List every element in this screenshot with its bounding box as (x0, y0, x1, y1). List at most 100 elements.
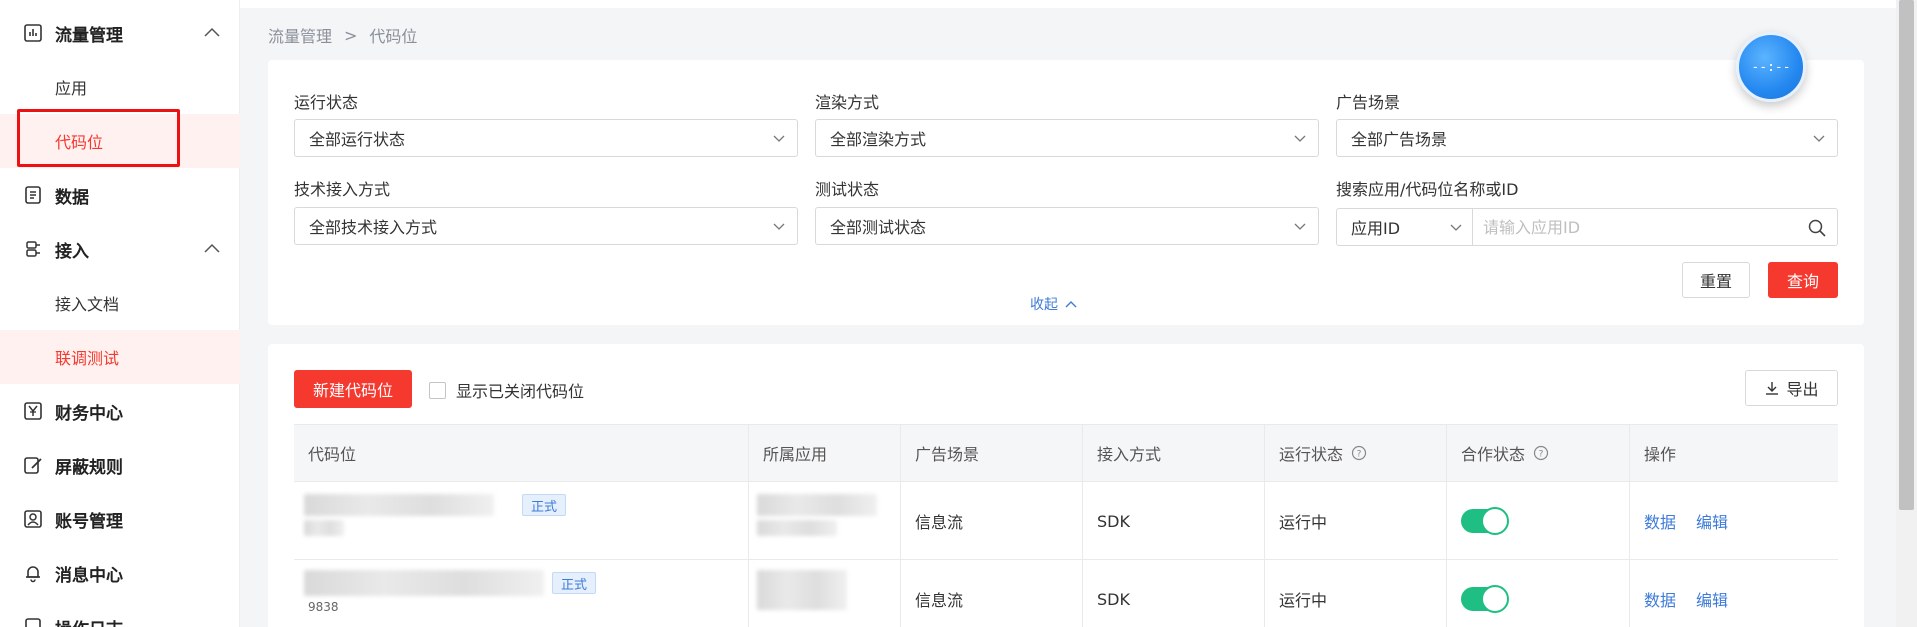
breadcrumb-current: 代码位 (369, 27, 418, 46)
toggle-knob (1481, 585, 1509, 613)
sidebar-item-access-docs[interactable]: 接入文档 (0, 276, 240, 330)
chevron-down-icon (1811, 130, 1827, 146)
column-header: 运行状态 ? (1265, 425, 1447, 481)
sidebar-group-finance[interactable]: 财务中心 (0, 384, 240, 438)
show-closed-checkbox[interactable]: 显示已关闭代码位 (429, 378, 584, 402)
help-icon[interactable]: ? (1533, 445, 1549, 461)
table-header: 代码位 所属应用 广告场景 接入方式 运行状态 ? 合作状态 ? 操作 (294, 424, 1838, 482)
test-status-select[interactable]: 全部测试状态 (815, 207, 1319, 245)
sidebar-group-messages[interactable]: 消息中心 (0, 546, 240, 600)
sidebar-group-label: 消息中心 (55, 565, 123, 586)
edit-link[interactable]: 编辑 (1696, 587, 1728, 611)
sidebar-group-label: 流量管理 (55, 25, 123, 46)
table-row: 9838 正式 信息流 SDK 运行中 数据 编辑 (294, 560, 1838, 627)
sidebar-group-operation-log[interactable]: 操作日志 (0, 600, 240, 627)
sidebar-group-label: 接入 (55, 241, 89, 262)
export-button[interactable]: 导出 (1745, 370, 1838, 406)
page-scrollbar[interactable] (1896, 0, 1917, 627)
sidebar-group-label: 操作日志 (55, 615, 123, 627)
column-header: 接入方式 (1083, 425, 1265, 481)
sidebar-group-data[interactable]: 数据 (0, 168, 240, 222)
chevron-down-icon (771, 130, 787, 146)
chevron-up-icon (202, 239, 222, 259)
data-link[interactable]: 数据 (1644, 587, 1676, 611)
bar-chart-icon (22, 22, 44, 44)
user-card-icon (22, 508, 44, 530)
status-badge: 正式 (522, 494, 567, 516)
coop-toggle[interactable] (1461, 507, 1509, 535)
block-edit-icon (22, 454, 44, 476)
download-icon (1766, 382, 1779, 395)
document-list-icon (22, 184, 44, 206)
test-status-label: 测试状态 (815, 180, 880, 199)
sidebar-group-traffic[interactable]: 流量管理 (0, 6, 240, 60)
redacted-name (304, 494, 494, 516)
sidebar-item-joint-test[interactable]: 联调测试 (0, 330, 240, 384)
render-mode-select[interactable]: 全部渲染方式 (815, 119, 1319, 157)
run-status-label: 运行状态 (294, 93, 359, 112)
column-header: 合作状态 ? (1447, 425, 1630, 481)
select-value: 全部技术接入方式 (309, 218, 438, 237)
chevron-down-icon (1292, 130, 1308, 146)
cell-actions: 数据 编辑 (1630, 560, 1838, 627)
table-row: 正式 信息流 SDK 运行中 数据 编辑 (294, 482, 1838, 560)
column-header-label: 运行状态 (1279, 445, 1344, 464)
cell-code-slot: 正式 (294, 482, 749, 560)
chevron-down-icon (1292, 218, 1308, 234)
column-header: 广告场景 (901, 425, 1083, 481)
sidebar-group-access[interactable]: 接入 (0, 222, 240, 276)
cell-app (749, 560, 901, 627)
sidebar-group-account[interactable]: 账号管理 (0, 492, 240, 546)
sidebar-group-label: 屏蔽规则 (55, 457, 123, 478)
cell-access: SDK (1083, 560, 1265, 627)
column-header: 操作 (1644, 445, 1677, 464)
floating-assistant-ball[interactable]: --:-- (1736, 32, 1806, 102)
redacted-id (304, 520, 344, 536)
reset-button[interactable]: 重置 (1682, 262, 1750, 298)
sidebar-item-app[interactable]: 应用 (0, 60, 240, 114)
ad-scene-select[interactable]: 全部广告场景 (1336, 119, 1838, 157)
render-mode-label: 渲染方式 (815, 93, 880, 112)
sidebar-item-label: 代码位 (55, 133, 104, 152)
cell-actions: 数据 编辑 (1630, 482, 1838, 560)
search-type-select[interactable]: 应用ID (1337, 209, 1473, 245)
query-button[interactable]: 查询 (1768, 262, 1838, 298)
cell-coop-status (1447, 560, 1630, 627)
tech-access-select[interactable]: 全部技术接入方式 (294, 207, 798, 245)
search-icon[interactable] (1807, 218, 1827, 238)
checkbox-box[interactable] (429, 381, 446, 399)
coop-toggle[interactable] (1461, 585, 1509, 613)
code-slot-id-fragment: 9838 (308, 600, 339, 614)
sidebar-group-label: 账号管理 (55, 511, 123, 532)
cell-run-status: 运行中 (1265, 560, 1447, 627)
chevron-up-icon (202, 23, 222, 43)
select-value: 全部广告场景 (1351, 130, 1448, 149)
run-status-select[interactable]: 全部运行状态 (294, 119, 798, 157)
sidebar-item-code-slot[interactable]: 代码位 (0, 114, 240, 168)
redacted-app-id (757, 520, 837, 536)
breadcrumb-parent[interactable]: 流量管理 (268, 23, 332, 47)
plug-icon (22, 238, 44, 260)
edit-link[interactable]: 编辑 (1696, 509, 1728, 533)
sidebar-item-label: 接入文档 (55, 295, 120, 314)
data-link[interactable]: 数据 (1644, 509, 1676, 533)
svg-text:?: ? (1539, 450, 1544, 460)
top-strip (240, 0, 1896, 8)
redacted-app (757, 494, 877, 516)
sidebar: 流量管理 应用 代码位 数据 接入 接入文档 联调测试 财务中心 屏蔽规则 账号… (0, 0, 240, 627)
scrollbar-thumb[interactable] (1899, 0, 1914, 510)
search-label: 搜索应用/代码位名称或ID (1336, 180, 1519, 199)
sidebar-item-label: 联调测试 (55, 349, 120, 368)
chevron-down-icon (1448, 219, 1464, 235)
tech-access-label: 技术接入方式 (294, 180, 391, 199)
new-code-slot-button[interactable]: 新建代码位 (294, 370, 412, 408)
redacted-app (757, 570, 847, 610)
search-input[interactable] (1483, 210, 1793, 244)
sidebar-group-label: 数据 (55, 187, 89, 208)
collapse-toggle[interactable]: 收起 (1030, 294, 1078, 314)
help-icon[interactable]: ? (1351, 445, 1367, 461)
checkbox-label: 显示已关闭代码位 (456, 382, 585, 401)
select-value: 全部渲染方式 (830, 130, 927, 149)
sidebar-group-label: 财务中心 (55, 403, 123, 424)
sidebar-group-block-rules[interactable]: 屏蔽规则 (0, 438, 240, 492)
